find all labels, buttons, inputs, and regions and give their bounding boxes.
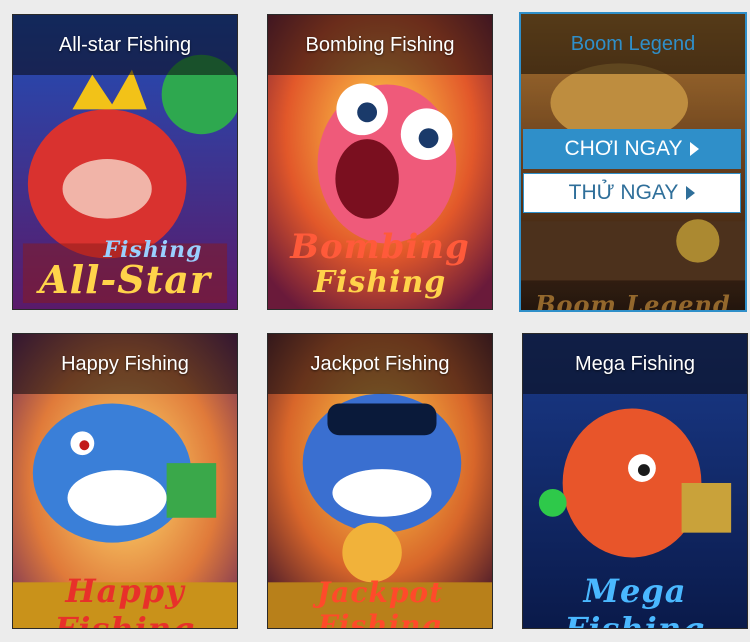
play-now-label: CHƠI NGAY [564,137,683,160]
game-card-allstar-fishing[interactable]: Fishing All-Star All-star Fishing [12,14,238,310]
boom-legend-logo: Boom Legend [535,290,731,312]
bombing-logo-line2: Fishing [313,265,447,300]
try-now-label: THỬ NGAY [568,181,679,204]
play-arrow-icon [686,186,696,200]
game-title: Mega Fishing [523,334,747,394]
game-card-boom-legend[interactable]: Boom Legend Boom Legend CHƠI NGAY THỬ NG… [519,12,747,312]
game-title: Happy Fishing [13,334,237,394]
game-card-bombing-fishing[interactable]: Bombing Fishing Bombing Fishing [267,14,493,310]
game-title: Boom Legend [521,14,745,74]
play-now-button[interactable]: CHƠI NGAY [523,129,741,169]
game-card-jackpot-fishing[interactable]: Jackpot Fishing Jackpot Fishing [267,333,493,629]
jackpot-fishing-logo: Jackpot Fishing [316,576,444,629]
game-title: All-star Fishing [13,15,237,75]
play-arrow-icon [690,142,700,156]
game-title: Bombing Fishing [268,15,492,75]
bombing-logo-line1: Bombing [290,227,470,267]
try-now-button[interactable]: THỬ NGAY [523,173,741,213]
happy-fishing-logo: Happy Fishing [54,572,196,629]
game-card-happy-fishing[interactable]: Happy Fishing Happy Fishing [12,333,238,629]
game-card-mega-fishing[interactable]: Mega Fishing Mega Fishing [522,333,748,629]
allstar-logo-large: All-Star [39,257,211,302]
game-title: Jackpot Fishing [268,334,492,394]
mega-fishing-logo: Mega Fishing [564,572,706,629]
